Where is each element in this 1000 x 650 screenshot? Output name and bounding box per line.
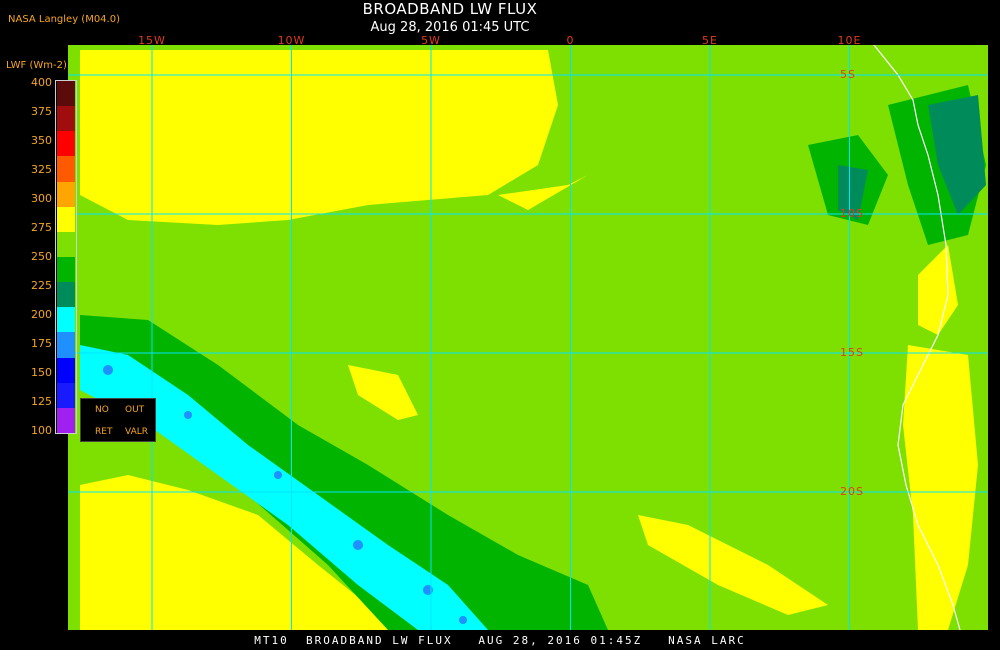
legend-swatch [57,156,75,183]
code-out: OUT [125,405,145,415]
map-subtitle: Aug 28, 2016 01:45 UTC [370,20,530,35]
lon-label: 5W [421,34,441,47]
lon-label: 5E [702,34,718,47]
lat-label: 20S [840,485,864,498]
legend-tick: 250 [31,250,52,263]
legend-tick: 125 [31,395,52,408]
legend-tick: 225 [31,279,52,292]
code-no: NO [95,405,109,415]
legend-tick: 375 [31,105,52,118]
legend-swatch [57,206,75,233]
legend-swatch [57,307,75,333]
lat-label: 15S [840,346,864,359]
legend-swatch [57,357,75,384]
code-ret: RET [95,427,113,437]
flux-map-canvas [68,45,988,630]
legend-swatch [57,407,75,434]
legend-tick: 400 [31,76,52,89]
legend-colorbar [55,80,77,434]
legend-swatch [57,382,75,409]
legend-tick: 300 [31,192,52,205]
legend-swatch [57,332,75,359]
legend-tick: 350 [31,134,52,147]
legend-tick: 325 [31,163,52,176]
legend-swatch [57,231,75,258]
legend-swatch [57,257,75,283]
legend-unit: LWF (Wm-2) [6,60,67,71]
lon-label: 15W [138,34,166,47]
legend-swatch [57,282,75,308]
legend-swatch [57,106,75,132]
legend-tick: 150 [31,366,52,379]
lat-label: 10S [840,207,864,220]
lon-label: 10W [277,34,306,47]
flux-map[interactable] [68,45,988,630]
map-title: BROADBAND LW FLUX [362,0,538,18]
lat-label: 5S [840,68,856,81]
legend-tick: 175 [31,337,52,350]
legend-tick: 100 [31,424,52,437]
flux-yellow-regions [80,50,978,630]
lon-label: 10E [837,34,862,47]
legend-tick: 200 [31,308,52,321]
lon-label: 0 [566,34,575,47]
legend-swatch [57,81,75,107]
qc-codes-panel: NO OUT RET VALR [80,398,156,442]
legend-swatch [57,181,75,208]
legend-tick: 275 [31,221,52,234]
code-valr: VALR [125,427,149,437]
legend-swatch [57,131,75,157]
footer-caption: MT10 BROADBAND LW FLUX AUG 28, 2016 01:4… [254,634,746,647]
